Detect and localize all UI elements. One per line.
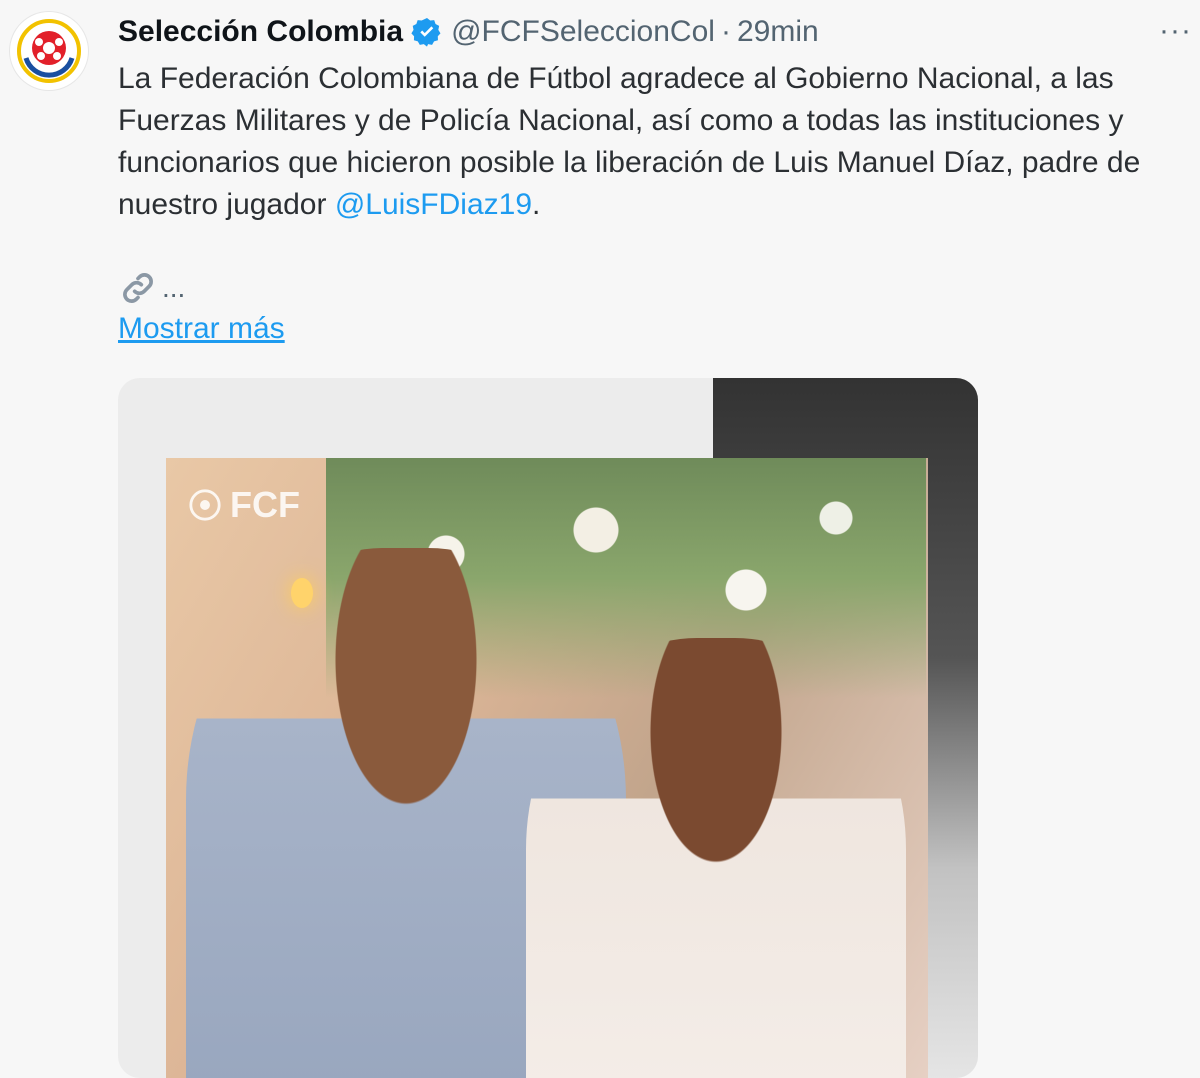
more-options-icon[interactable]: ··· xyxy=(1159,14,1192,48)
ball-icon xyxy=(189,489,221,521)
tweet-period: . xyxy=(532,188,541,221)
verified-badge-icon xyxy=(411,16,443,48)
show-more-link[interactable]: Mostrar más xyxy=(118,312,285,346)
tweet-body: La Federación Colombiana de Fútbol agrad… xyxy=(118,62,1141,221)
link-icon xyxy=(123,273,153,303)
fcf-watermark: FCF xyxy=(188,484,300,526)
tweet-header: Selección Colombia @FCFSeleccionCol · 29… xyxy=(118,10,1200,54)
separator-dot: · xyxy=(720,15,731,48)
colombia-crest-icon xyxy=(17,19,81,83)
link-ellipsis[interactable]: ... xyxy=(162,272,185,304)
media-photo: FCF xyxy=(166,458,928,1078)
person-right xyxy=(526,638,906,1078)
tweet-media[interactable]: FCF xyxy=(118,378,978,1078)
mention-link[interactable]: @LuisFDiaz19 xyxy=(335,188,532,221)
timestamp[interactable]: 29min xyxy=(737,15,819,49)
tweet-text: La Federación Colombiana de Fútbol agrad… xyxy=(118,58,1198,226)
avatar[interactable] xyxy=(10,12,88,90)
link-row: ... xyxy=(118,268,185,308)
watermark-text: FCF xyxy=(230,484,300,525)
handle[interactable]: @FCFSeleccionCol xyxy=(451,15,715,49)
display-name[interactable]: Selección Colombia xyxy=(118,15,403,49)
